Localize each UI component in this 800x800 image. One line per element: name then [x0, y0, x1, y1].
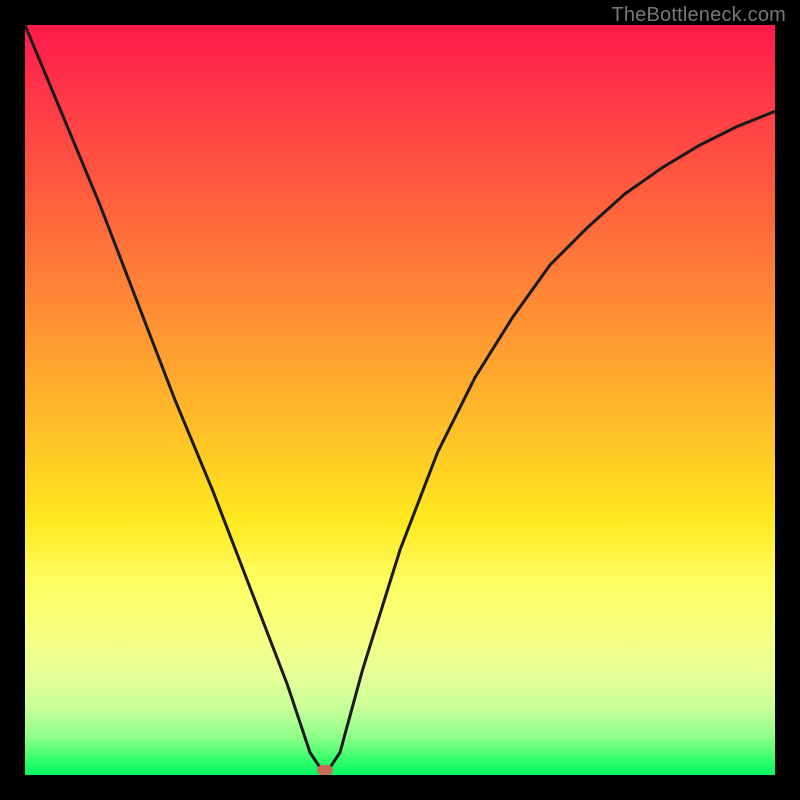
minimum-marker: [317, 765, 333, 775]
watermark-text: TheBottleneck.com: [611, 4, 786, 27]
plot-area: [25, 25, 775, 775]
bottleneck-curve: [25, 25, 775, 775]
chart-frame: TheBottleneck.com: [0, 0, 800, 800]
